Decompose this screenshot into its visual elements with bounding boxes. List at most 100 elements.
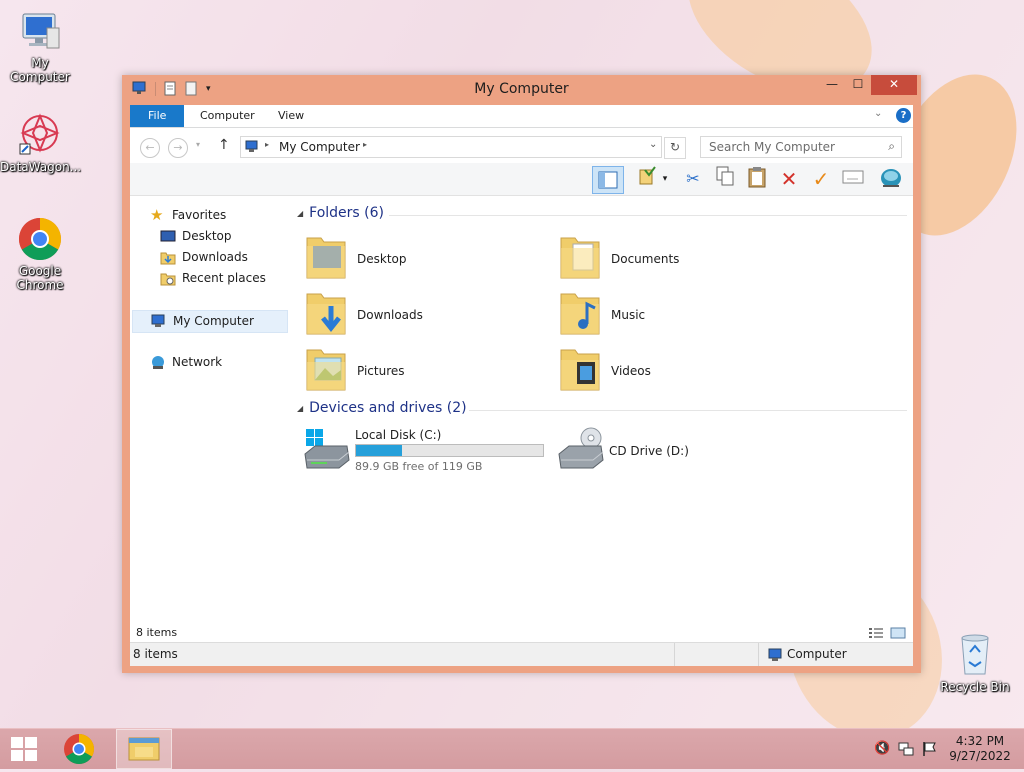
address-row: ← → ▾ ↑ ▸ My Computer ▸ ⌄ ↻ Search My Co…	[130, 127, 913, 164]
address-dropdown-icon[interactable]: ⌄	[649, 139, 657, 150]
windows-logo-icon	[11, 737, 37, 761]
drive-item-local-disk[interactable]: Local Disk (C:) 89.9 GB free of 119 GB	[303, 426, 555, 478]
explorer-window: ▾ My Computer — ☐ ✕ File Computer View ⌄…	[122, 75, 921, 673]
taskbar-chrome-button[interactable]	[52, 729, 106, 769]
folder-name: Downloads	[357, 308, 423, 322]
cut-icon[interactable]: ✂	[680, 166, 706, 192]
window-title: My Computer	[474, 81, 569, 97]
status-divider	[674, 643, 675, 666]
clock-date: 9/27/2022	[949, 749, 1011, 763]
computer-icon	[245, 140, 260, 156]
cd-drive-icon	[557, 426, 604, 476]
clock[interactable]: 4:32 PM 9/27/2022	[948, 734, 1012, 763]
item-count: 8 items	[136, 626, 178, 639]
address-bar[interactable]: ▸ My Computer ▸ ⌄	[240, 136, 662, 158]
folder-item-desktop[interactable]: Desktop	[305, 232, 545, 284]
desktop-icon	[160, 229, 176, 244]
close-button[interactable]: ✕	[871, 75, 917, 95]
disk-usage-fill	[356, 445, 402, 456]
title-bar[interactable]: ▾ My Computer — ☐ ✕	[122, 75, 921, 104]
tab-computer[interactable]: Computer	[188, 105, 267, 127]
breadcrumb-chevron-icon[interactable]: ▸	[363, 140, 367, 149]
group-title: Devices and drives (2)	[309, 400, 467, 416]
tab-file[interactable]: File	[130, 105, 185, 127]
folder-item-documents[interactable]: Documents	[559, 232, 799, 284]
maximize-button[interactable]: ☐	[845, 75, 871, 95]
desktop-folder-icon	[305, 232, 351, 282]
tab-view[interactable]: View	[266, 105, 316, 127]
folder-name: Music	[611, 308, 646, 322]
folder-item-downloads[interactable]: Downloads	[305, 288, 545, 340]
up-button[interactable]: ↑	[218, 137, 230, 153]
action-center-flag-icon[interactable]	[922, 741, 938, 760]
network-status-icon[interactable]	[898, 741, 914, 760]
network-icon	[150, 355, 166, 370]
properties-icon[interactable]	[634, 166, 660, 192]
desktop-icon-datawagon[interactable]: DataWagon...	[0, 112, 82, 174]
desktop-icon-google-chrome[interactable]: Google Chrome	[0, 216, 80, 292]
group-divider	[469, 410, 907, 411]
details-view-icon[interactable]	[868, 627, 884, 642]
nav-label: Network	[172, 355, 223, 369]
nav-item-my-computer[interactable]: My Computer	[132, 310, 288, 333]
breadcrumb-location[interactable]: My Computer	[279, 140, 360, 154]
status-bar: 8 items Computer	[130, 642, 913, 666]
command-toolbar: ▾ ✂ ✕ ✓	[130, 163, 913, 196]
forward-button[interactable]: →	[168, 138, 188, 158]
drive-item-cd[interactable]: CD Drive (D:)	[557, 426, 809, 478]
clock-time: 4:32 PM	[955, 734, 1005, 748]
paste-icon[interactable]	[744, 166, 770, 192]
taskbar: 🔇 4:32 PM 9/27/2022	[0, 728, 1024, 769]
search-icon[interactable]: ⌕	[888, 139, 895, 154]
desktop-icon-label: DataWagon...	[0, 160, 82, 174]
breadcrumb-chevron-icon[interactable]: ▸	[265, 140, 269, 149]
start-button[interactable]	[0, 729, 48, 769]
volume-muted-icon[interactable]: 🔇	[874, 741, 890, 756]
input-box-icon[interactable]	[840, 166, 866, 192]
back-button[interactable]: ←	[140, 138, 160, 158]
large-icons-view-icon[interactable]	[890, 627, 906, 642]
recent-locations-icon[interactable]: ▾	[196, 140, 200, 149]
desktop-icon-my-computer[interactable]: My Computer	[0, 8, 80, 84]
recycle-bin-icon	[952, 632, 998, 678]
desktop-icon-recycle-bin[interactable]: Recycle Bin	[935, 632, 1015, 694]
desktop-icon-label: Recycle Bin	[940, 680, 1010, 694]
nav-item-network[interactable]: Network	[150, 352, 306, 373]
computer-icon	[768, 648, 784, 665]
folder-item-pictures[interactable]: Pictures	[305, 344, 545, 396]
group-title: Folders (6)	[309, 205, 384, 221]
disk-usage-bar	[355, 444, 544, 457]
drive-name: CD Drive (D:)	[609, 444, 689, 458]
folder-name: Desktop	[357, 252, 407, 266]
group-header-devices[interactable]: ◢ Devices and drives (2)	[297, 400, 909, 416]
videos-folder-icon	[559, 344, 605, 394]
dropdown-icon[interactable]: ▾	[658, 166, 672, 192]
group-header-folders[interactable]: ◢ Folders (6)	[297, 205, 909, 221]
navigation-pane-icon[interactable]	[592, 166, 624, 194]
copy-icon[interactable]	[712, 166, 738, 192]
folder-name: Videos	[611, 364, 651, 378]
taskbar-explorer-button[interactable]	[116, 729, 172, 769]
local-disk-icon	[303, 426, 350, 476]
rename-icon[interactable]: ✓	[808, 166, 834, 192]
delete-icon[interactable]: ✕	[776, 166, 802, 192]
file-explorer-icon	[128, 737, 160, 761]
pictures-folder-icon	[305, 344, 351, 394]
datawagon-icon	[17, 112, 63, 158]
search-box[interactable]: Search My Computer ⌕	[700, 136, 902, 158]
folder-item-music[interactable]: Music	[559, 288, 799, 340]
refresh-button[interactable]: ↻	[664, 137, 686, 159]
folder-name: Pictures	[357, 364, 405, 378]
search-placeholder: Search My Computer	[709, 140, 835, 154]
recent-places-icon	[160, 271, 176, 286]
nav-label: Favorites	[172, 208, 227, 222]
help-icon[interactable]: ?	[896, 108, 911, 123]
expand-ribbon-icon[interactable]: ⌄	[874, 108, 882, 119]
network-globe-icon[interactable]	[878, 166, 904, 192]
computer-icon	[17, 8, 63, 54]
minimize-button[interactable]: —	[819, 75, 845, 95]
collapse-icon: ◢	[297, 403, 304, 413]
nav-item-favorites[interactable]: ★ Favorites	[150, 205, 306, 226]
main-pane: ◢ Folders (6) Desktop Documents Downloads…	[293, 196, 913, 642]
folder-item-videos[interactable]: Videos	[559, 344, 799, 396]
